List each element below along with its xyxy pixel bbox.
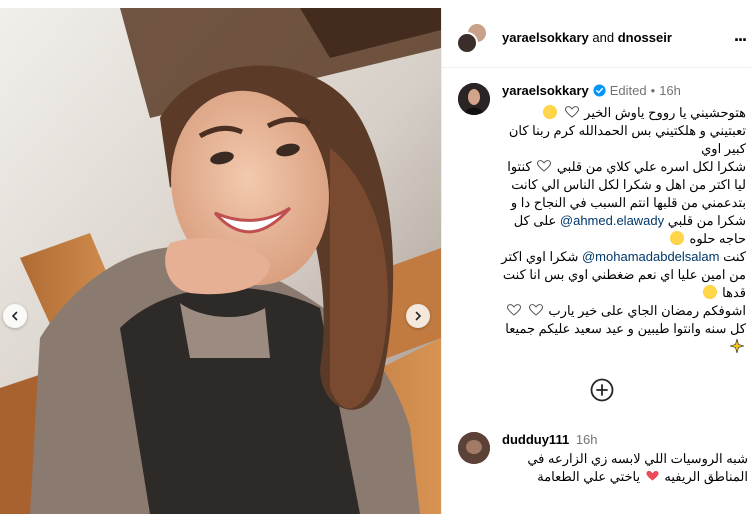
- avatar-image: [458, 83, 490, 115]
- avatar-image: [458, 432, 490, 464]
- caption-line: كل سنه وانتوا طيبين و عيد سعيد عليكم جمي…: [494, 320, 746, 356]
- red-heart-emoji-icon: [646, 470, 659, 481]
- tearful-face-emoji-icon: [702, 285, 717, 299]
- white-heart-emoji-icon: [507, 304, 522, 316]
- avatar-yaraelsokkary[interactable]: [456, 32, 478, 54]
- meta-separator: •: [650, 83, 656, 98]
- caption-avatar[interactable]: [458, 83, 490, 115]
- caption-line-1: هتوحشيني يا رووح ياوش الخير: [584, 105, 746, 120]
- caption-text: هتوحشيني يا رووح ياوش الخير تعبتيني و هل…: [494, 104, 746, 356]
- mention-mohamadabdelsalam[interactable]: @mohamadabdelsalam: [582, 249, 720, 264]
- caption-meta: yaraelsokkary Edited • 16h: [502, 83, 681, 98]
- caption-time[interactable]: 16h: [659, 83, 681, 98]
- caption-username[interactable]: yaraelsokkary: [502, 83, 589, 98]
- post-header: yaraelsokkary and dnosseir ...: [442, 8, 751, 68]
- caption-line: اشوفكم رمضان الجاي على خير يارب: [494, 302, 746, 320]
- next-photo-button[interactable]: [406, 304, 430, 328]
- caption-line-4a: كنت: [723, 249, 746, 264]
- white-heart-emoji-icon: [537, 160, 552, 172]
- previous-photo-button[interactable]: [3, 304, 27, 328]
- collab-partner-link[interactable]: dnosseir: [618, 30, 672, 45]
- caption-line: تعبتيني و هلكتيني بس الحمدالله كرم ربنا …: [508, 123, 746, 156]
- chevron-left-icon: [11, 311, 18, 321]
- post-modal: yaraelsokkary and dnosseir ... yaraelsok…: [0, 0, 751, 514]
- comment-avatar[interactable]: [458, 432, 490, 464]
- caption-line-5: اشوفكم رمضان الجاي على خير يارب: [548, 303, 746, 318]
- comment-meta: dudduy111 16h: [502, 432, 598, 447]
- caption-line-6: كل سنه وانتوا طيبين و عيد سعيد عليكم جمي…: [505, 321, 746, 336]
- action-bar-partial: [442, 505, 751, 514]
- verified-badge-icon: [593, 84, 606, 97]
- comment-username[interactable]: dudduy111: [502, 432, 569, 447]
- edited-label: Edited: [609, 83, 647, 98]
- comment-time[interactable]: 16h: [576, 432, 598, 447]
- comment-line: المناطق الريفيه ياختي علي الطعامة: [498, 468, 748, 486]
- caption-line: هتوحشيني يا رووح ياوش الخير: [494, 104, 746, 122]
- white-heart-emoji-icon: [528, 304, 543, 316]
- comment-text: شبه الروسيات اللي لابسه زي الزارعه في ال…: [498, 450, 748, 486]
- comment-line: شبه الروسيات اللي لابسه زي الزارعه في: [527, 451, 748, 466]
- caption-line-3a: شكرا لكل اسره علي كلاي من قلبي: [556, 159, 746, 174]
- caption-line: كنت @mohamadabdelsalam شكرا اوي اكتر من …: [494, 248, 746, 302]
- white-heart-emoji-icon: [564, 106, 579, 118]
- comment-line-2: المناطق الريفيه: [664, 469, 748, 484]
- post-side-panel: yaraelsokkary and dnosseir ... yaraelsok…: [441, 8, 751, 514]
- more-options-button[interactable]: ...: [734, 26, 751, 48]
- collab-owner-link[interactable]: yaraelsokkary: [502, 30, 589, 45]
- comment-line-3: ياختي علي الطعامة: [537, 469, 641, 484]
- caption-line-3c: على: [533, 213, 557, 228]
- smiling-face-emoji-icon: [669, 231, 684, 245]
- collab-avatars[interactable]: [456, 22, 490, 56]
- hugging-face-emoji-icon: [542, 105, 557, 119]
- portrait-image: [0, 8, 441, 514]
- caption-line: شكرا لكل اسره علي كلاي من قلبي كنتوا ليا…: [494, 158, 746, 248]
- sparkles-emoji-icon: [730, 339, 744, 353]
- caption-line-4b: شكرا اوي: [525, 249, 579, 264]
- post-photo: [0, 8, 441, 514]
- more-horizontal-icon: ...: [734, 25, 747, 45]
- collab-title: yaraelsokkary and dnosseir: [502, 30, 672, 45]
- load-more-comments-icon[interactable]: [590, 378, 614, 402]
- collab-and-text: and: [592, 30, 615, 45]
- chevron-right-icon: [415, 311, 422, 321]
- mention-ahmed-elawady[interactable]: @ahmed.elawady: [560, 213, 664, 228]
